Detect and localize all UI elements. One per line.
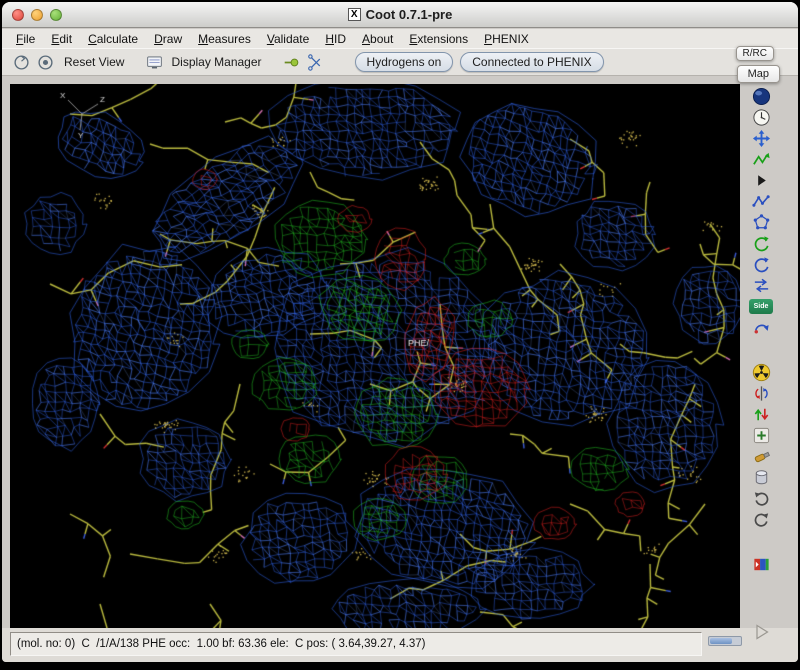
sphere-icon[interactable]	[748, 86, 774, 107]
zigzag-blue-icon[interactable]	[748, 191, 774, 212]
tool-sidebar: Side	[740, 84, 782, 628]
main-area: Side	[2, 76, 798, 628]
gold-brush-icon[interactable]	[748, 446, 774, 467]
reset-circle-icon[interactable]	[10, 51, 32, 73]
up-down-arrows-icon[interactable]	[748, 404, 774, 425]
menu-validate[interactable]: Validate	[259, 30, 318, 48]
menu-bar: FileEditCalculateDrawMeasuresValidateHID…	[2, 29, 798, 48]
cycle-blue-icon[interactable]	[748, 254, 774, 275]
pentagon-atoms-icon[interactable]	[748, 212, 774, 233]
title-bar[interactable]: X Coot 0.7.1-pre	[2, 2, 798, 28]
swap-arrows-icon[interactable]	[748, 275, 774, 296]
menu-extensions[interactable]: Extensions	[401, 30, 476, 48]
display-manager-icon	[143, 51, 165, 73]
small-play-icon[interactable]	[748, 170, 774, 191]
menu-file[interactable]: File	[8, 30, 43, 48]
redo-icon[interactable]	[748, 488, 774, 509]
zigzag-green-icon[interactable]	[748, 149, 774, 170]
window-title: Coot 0.7.1-pre	[366, 7, 453, 22]
menu-about[interactable]: About	[354, 30, 401, 48]
coot-window: X Coot 0.7.1-pre FileEditCalculateDrawMe…	[0, 0, 800, 670]
hydrogens-toggle-button[interactable]: Hydrogens on	[355, 52, 454, 72]
traffic-lights	[12, 9, 62, 21]
menu-hid[interactable]: HID	[317, 30, 354, 48]
side-chain-icon[interactable]: Side	[748, 296, 774, 317]
gl-canvas[interactable]	[10, 84, 740, 628]
map-button[interactable]: Map	[737, 65, 780, 83]
x11-icon: X	[348, 8, 361, 21]
menu-draw[interactable]: Draw	[146, 30, 190, 48]
status-bar: (mol. no: 0) C /1/A/138 PHE occ: 1.00 bf…	[2, 628, 798, 662]
menu-edit[interactable]: Edit	[43, 30, 80, 48]
scrollbar-thumb[interactable]	[710, 638, 732, 644]
menu-measures[interactable]: Measures	[190, 30, 259, 48]
undo-icon[interactable]	[748, 509, 774, 530]
zoom-button[interactable]	[50, 9, 62, 21]
reset-view-button[interactable]: Reset View	[58, 53, 130, 71]
cycle-green-icon[interactable]	[748, 233, 774, 254]
scissors-icon[interactable]	[305, 51, 327, 73]
green-pin-icon[interactable]	[281, 51, 303, 73]
flip-arc-icon[interactable]	[748, 317, 774, 338]
clock-icon[interactable]	[748, 107, 774, 128]
cylinder-icon[interactable]	[748, 467, 774, 488]
palette-icon[interactable]	[748, 554, 774, 575]
radiation-icon[interactable]	[748, 362, 774, 383]
title-wrap: X Coot 0.7.1-pre	[348, 7, 453, 22]
rrc-button[interactable]: R/RC	[736, 46, 774, 61]
menu-calculate[interactable]: Calculate	[80, 30, 146, 48]
torsion-arrows-icon[interactable]	[748, 383, 774, 404]
mini-scrollbar[interactable]	[708, 636, 742, 646]
phenix-status-button[interactable]: Connected to PHENIX	[460, 52, 603, 72]
display-manager-button[interactable]: Display Manager	[138, 49, 266, 75]
minimize-button[interactable]	[31, 9, 43, 21]
display-manager-label: Display Manager	[171, 55, 261, 69]
window-frame: X Coot 0.7.1-pre FileEditCalculateDrawMe…	[2, 2, 798, 662]
close-button[interactable]	[12, 9, 24, 21]
menu-phenix[interactable]: PHENIX	[476, 30, 537, 48]
resize-grip-icon[interactable]	[750, 620, 774, 644]
target-circle-icon[interactable]	[34, 51, 56, 73]
add-box-icon[interactable]	[748, 425, 774, 446]
pan-arrows-icon[interactable]	[748, 128, 774, 149]
status-text: (mol. no: 0) C /1/A/138 PHE occ: 1.00 bf…	[10, 632, 702, 656]
toolbar: Reset View Display Manager Hydrogens on …	[2, 48, 798, 76]
